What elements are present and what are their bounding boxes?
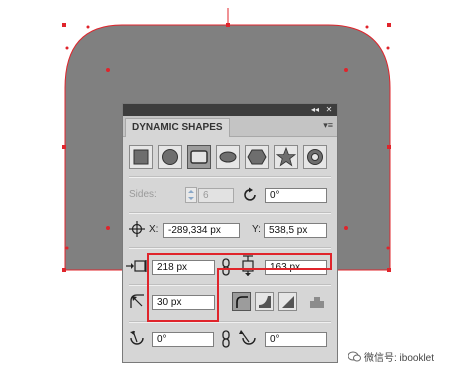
watermark-text: 微信号: ibooklet [364, 353, 435, 364]
watermark: 微信号: ibooklet [347, 349, 435, 365]
highlight-callout [147, 253, 332, 322]
wechat-icon [347, 351, 361, 365]
